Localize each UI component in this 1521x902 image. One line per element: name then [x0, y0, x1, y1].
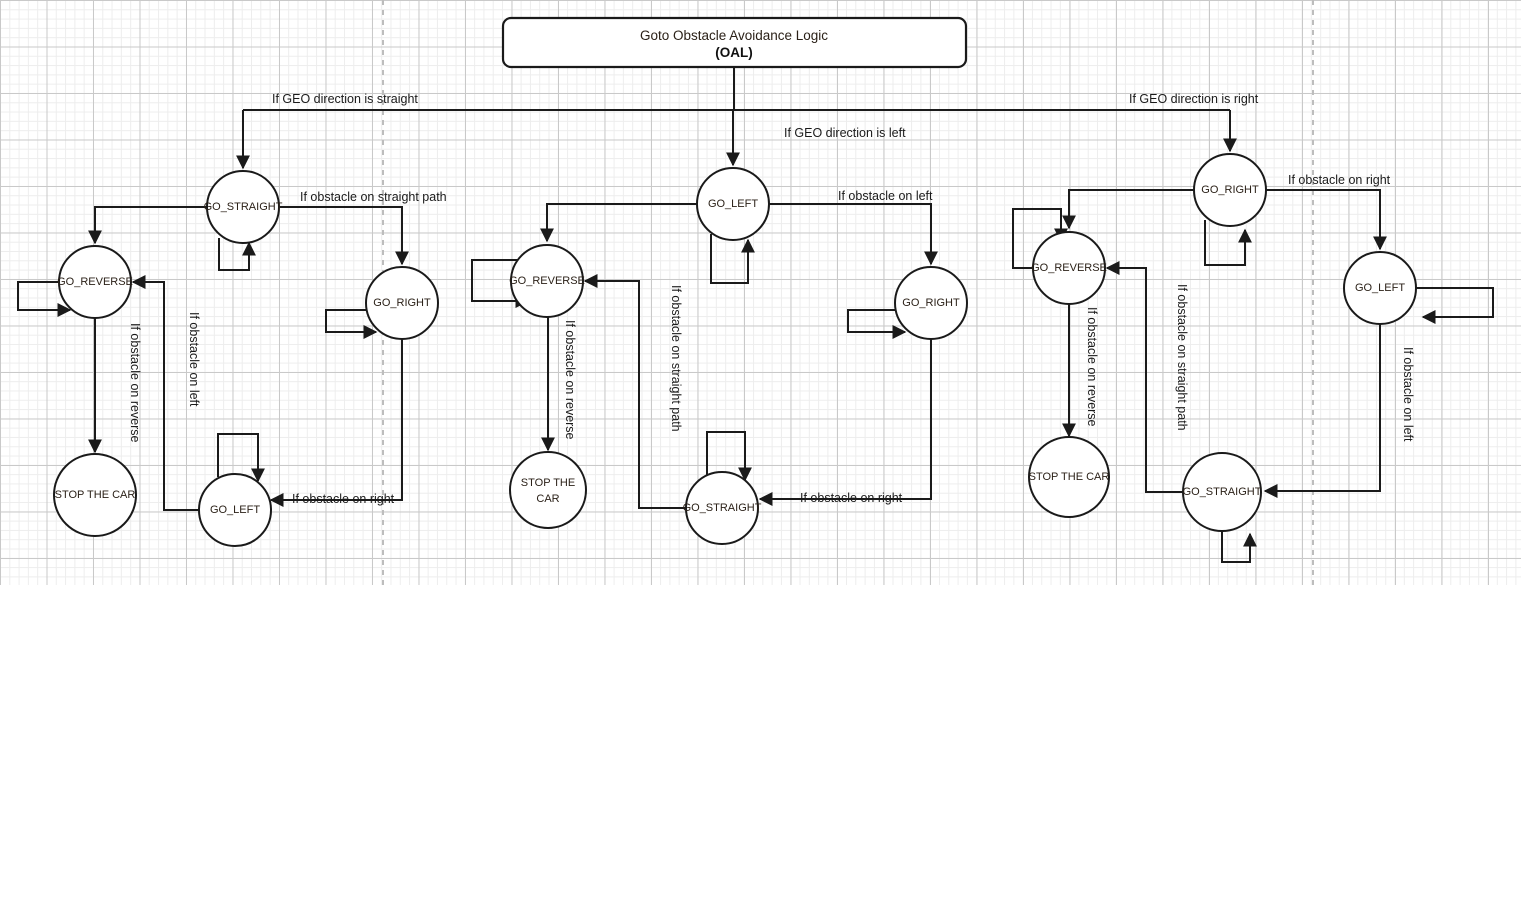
- edge-label-l-obstacle-straight: If obstacle on straight path: [669, 285, 683, 432]
- edge-label-geo-straight: If GEO direction is straight: [272, 92, 418, 106]
- node-label-s-go-right: GO_RIGHT: [373, 297, 431, 309]
- edge-l-right-to-straight: [758, 339, 932, 506]
- node-label-l-stop-the-car-line2: CAR: [536, 493, 559, 505]
- edge-l-left-to-reverse: [540, 203, 697, 243]
- edge-label-l-obstacle-left: If obstacle on left: [838, 189, 933, 203]
- edge-label-r-obstacle-straight: If obstacle on straight path: [1175, 284, 1189, 431]
- edge-label-geo-left: If GEO direction is left: [784, 126, 906, 140]
- edge-s-straight-to-right: [279, 206, 409, 266]
- edge-self-loop-r-go-left: [1416, 287, 1494, 324]
- edge-label-l-obstacle-right: If obstacle on right: [800, 491, 903, 505]
- edge-s-straight-to-reverse: [88, 206, 207, 245]
- edge-label-r-obstacle-left: If obstacle on left: [1401, 347, 1415, 442]
- node-label-s-stop-the-car: STOP THE CAR: [55, 489, 136, 501]
- node-label-r-go-straight: GO_STRAIGHT: [1183, 486, 1262, 498]
- node-label-s-go-left: GO_LEFT: [210, 504, 260, 516]
- edge-label-s-obstacle-reverse: If obstacle on reverse: [128, 323, 142, 443]
- node-label-r-go-reverse: GO_REVERSE: [1031, 262, 1107, 274]
- node-label-l-go-left: GO_LEFT: [708, 198, 758, 210]
- edge-label-s-obstacle-straight: If obstacle on straight path: [300, 190, 447, 204]
- node-label-r-stop-the-car: STOP THE CAR: [1029, 471, 1110, 483]
- edge-label-s-obstacle-right: If obstacle on right: [292, 492, 395, 506]
- edge-self-loop-r-go-straight: [1221, 531, 1257, 563]
- node-label-l-stop-the-car-line1: STOP THE: [521, 477, 575, 489]
- edge-l-left-to-right: [769, 203, 938, 266]
- node-l-stop-the-car[interactable]: [509, 451, 587, 529]
- node-label-r-go-left: GO_LEFT: [1355, 282, 1405, 294]
- title-line-1: Goto Obstacle Avoidance Logic: [640, 28, 828, 43]
- edge-label-s-obstacle-left: If obstacle on left: [187, 312, 201, 407]
- edge-r-straight-to-reverse: [1105, 261, 1183, 493]
- diagram-svg: Goto Obstacle Avoidance Logic (OAL) If G…: [17, 0, 1494, 585]
- node-label-l-go-right: GO_RIGHT: [902, 297, 960, 309]
- node-label-l-go-reverse: GO_REVERSE: [509, 275, 585, 287]
- edge-self-loop-l-go-left: [710, 234, 755, 284]
- edge-r-right-to-left: [1266, 189, 1387, 251]
- node-label-l-go-straight: GO_STRAIGHT: [683, 502, 762, 514]
- title-line-2: (OAL): [715, 45, 753, 60]
- edge-r-left-to-straight: [1263, 324, 1381, 498]
- edge-label-r-obstacle-reverse: If obstacle on reverse: [1085, 307, 1099, 427]
- node-label-s-go-straight: GO_STRAIGHT: [204, 201, 283, 213]
- diagram-canvas: Goto Obstacle Avoidance Logic (OAL) If G…: [0, 0, 1521, 902]
- edge-label-l-obstacle-reverse: If obstacle on reverse: [563, 320, 577, 440]
- edge-r-right-to-reverse: [1062, 189, 1194, 230]
- node-label-r-go-right: GO_RIGHT: [1201, 184, 1259, 196]
- edge-self-loop-r-go-right: [1204, 220, 1252, 266]
- edge-label-r-obstacle-right: If obstacle on right: [1288, 173, 1391, 187]
- edge-label-geo-right: If GEO direction is right: [1129, 92, 1259, 106]
- node-label-s-go-reverse: GO_REVERSE: [57, 276, 133, 288]
